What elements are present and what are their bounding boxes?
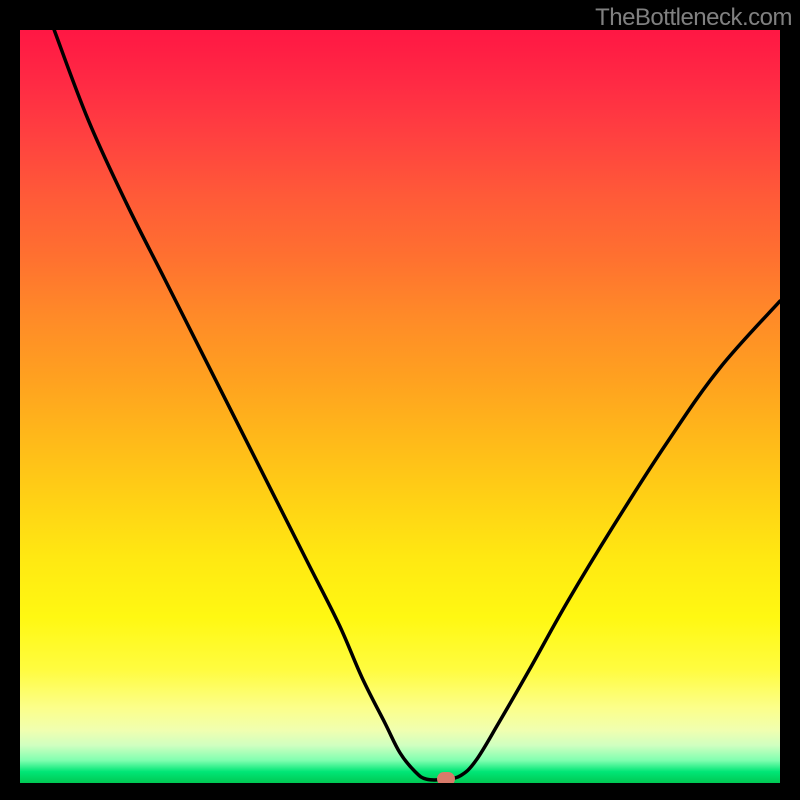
optimal-point-marker <box>437 772 455 783</box>
bottleneck-curve <box>20 30 780 783</box>
attribution-text: TheBottleneck.com <box>595 4 792 32</box>
plot-area <box>20 30 780 783</box>
